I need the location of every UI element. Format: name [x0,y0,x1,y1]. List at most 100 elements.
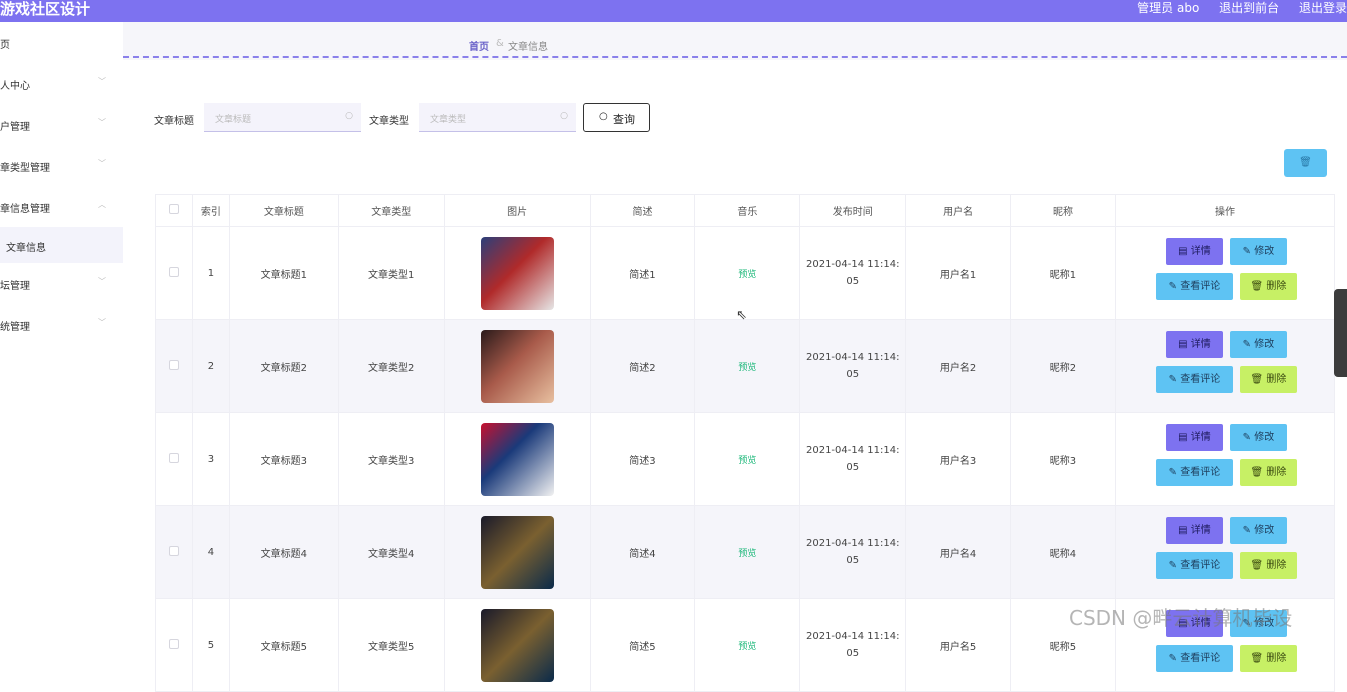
cell-index: 1 [191,226,230,320]
detail-button[interactable]: ▤ 详情 [1165,517,1223,544]
sidebar-item-label: 户管理 [0,122,30,133]
select-all-checkbox[interactable] [155,194,193,227]
cell-title: 文章标题2 [228,319,339,413]
sidebar-item-home[interactable]: 页 [0,28,123,58]
cell-summary: 简述2 [589,319,696,413]
chevron-down-icon: ﹀ [98,277,106,286]
article-image [480,329,554,403]
music-preview-link[interactable]: 预览 [738,456,756,466]
delete-button[interactable]: 🗑 删除 [1239,645,1297,672]
bulk-delete-button[interactable]: 🗑 [1284,149,1327,177]
music-preview-link[interactable]: 预览 [738,549,756,559]
chevron-down-icon: ﹀ [98,118,106,127]
title-search-input[interactable]: 文章标题 ○ [204,103,361,132]
time-line-2: 05 [846,369,860,380]
edit-button[interactable]: ✎ 修改 [1229,517,1287,544]
time-line-2: 05 [846,555,860,566]
cell-index: 5 [191,598,230,692]
breadcrumb-home[interactable]: 首页 [469,38,489,53]
view-comments-button[interactable]: ✎ 查看评论 [1155,273,1233,300]
delete-button[interactable]: 🗑 删除 [1239,552,1297,579]
sidebar-item-articles[interactable]: 章信息管理 ︿ [0,192,123,222]
type-search-label: 文章类型 [369,116,409,127]
edit-button-label: 修改 [1254,339,1275,350]
type-search-placeholder: 文章类型 [430,115,467,125]
table-row: 4 文章标题4 文章类型4 简述4 预览 2021-04-14 11:14: 05 用户名4 昵… [155,505,1336,599]
col-header: 索引 [191,194,230,227]
trash-icon: 🗑 [1250,653,1267,664]
col-header: 操作 [1114,194,1336,227]
row-checkbox[interactable] [155,598,193,692]
scrollbar-handle[interactable] [1334,289,1347,377]
query-button[interactable]: ○ 查询 [583,103,650,132]
cell-title: 文章标题5 [228,598,339,692]
sidebar-item-profile[interactable]: 人中心 ﹀ [0,69,123,99]
main-content: 首页 & 文章信息 文章标题 文章标题 ○ 文章类型 文章类型 ○ ○ 查询 🗑 [123,22,1347,692]
view-comments-button[interactable]: ✎ 查看评论 [1155,645,1233,672]
music-preview-link[interactable]: 预览 [738,270,756,280]
cell-music: 预览 [694,598,801,692]
delete-button[interactable]: 🗑 删除 [1239,366,1297,393]
type-search-input[interactable]: 文章类型 ○ [419,103,576,132]
breadcrumb: 首页 & 文章信息 [123,22,1347,58]
logout-link[interactable]: 退出登录 [1299,1,1347,15]
delete-button[interactable]: 🗑 删除 [1239,273,1297,300]
cell-index: 4 [191,505,230,599]
trash-icon: 🗑 [1250,467,1267,478]
document-icon: ▤ [1178,339,1191,350]
sidebar-item-label: 页 [0,40,10,51]
row-checkbox[interactable] [155,319,193,413]
sidebar-item-forum[interactable]: 坛管理 ﹀ [0,269,123,299]
cell-actions: ▤ 详情 ✎ 修改 ✎ 查看评论 🗑 删除 [1114,319,1336,413]
row-checkbox[interactable] [155,412,193,506]
sidebar-item-article-types[interactable]: 章类型管理 ﹀ [0,151,123,181]
sidebar-item-label: 章信息管理 [0,204,50,215]
table-header-row: 索引 文章标题 文章类型 图片 简述 音乐 发布时间 用户名 昵称 操作 [155,194,1336,227]
cell-time: 2021-04-14 11:14: 05 [799,319,907,413]
music-preview-link[interactable]: 预览 [738,363,756,373]
cell-title: 文章标题4 [228,505,339,599]
cell-time: 2021-04-14 11:14: 05 [799,598,907,692]
detail-button[interactable]: ▤ 详情 [1165,238,1223,265]
back-to-front-link[interactable]: 退出到前台 [1219,1,1279,15]
edit-button[interactable]: ✎ 修改 [1229,424,1287,451]
view-comments-button[interactable]: ✎ 查看评论 [1155,552,1233,579]
detail-button[interactable]: ▤ 详情 [1165,331,1223,358]
cell-image [443,412,591,506]
cell-username: 用户名4 [905,505,1012,599]
view-comments-button[interactable]: ✎ 查看评论 [1155,459,1233,486]
delete-button[interactable]: 🗑 删除 [1239,459,1297,486]
article-image [480,236,554,310]
sidebar-item-users[interactable]: 户管理 ﹀ [0,110,123,140]
detail-button-label: 详情 [1190,525,1211,536]
search-icon: ○ [599,111,608,122]
time-line-2: 05 [846,462,860,473]
detail-button[interactable]: ▤ 详情 [1165,424,1223,451]
row-checkbox[interactable] [155,226,193,320]
edit-button-label: 修改 [1254,246,1275,257]
chevron-down-icon: ﹀ [98,159,106,168]
edit-button[interactable]: ✎ 修改 [1229,238,1287,265]
cell-title: 文章标题1 [228,226,339,320]
admin-label: 管理员 abo [1137,1,1200,15]
watermark: CSDN @畔云计算机毕设 [1069,606,1293,630]
delete-button-label: 删除 [1266,653,1287,664]
view-comments-button[interactable]: ✎ 查看评论 [1155,366,1233,393]
trash-icon: 🗑 [1250,281,1267,292]
article-image [480,515,554,589]
sidebar-item-system[interactable]: 统管理 ﹀ [0,310,123,340]
cell-actions: ▤ 详情 ✎ 修改 ✎ 查看评论 🗑 删除 [1114,412,1336,506]
cell-summary: 简述4 [589,505,696,599]
music-preview-link[interactable]: 预览 [738,642,756,652]
sidebar-item-label: 坛管理 [0,281,30,292]
cell-time: 2021-04-14 11:14: 05 [799,505,907,599]
cell-nickname: 昵称1 [1010,226,1116,320]
cell-username: 用户名1 [905,226,1012,320]
cell-summary: 简述5 [589,598,696,692]
edit-button[interactable]: ✎ 修改 [1229,331,1287,358]
article-image [480,422,554,496]
col-header: 图片 [443,194,591,227]
cell-summary: 简述1 [589,226,696,320]
sidebar-subitem-article-info[interactable]: 文章信息 [0,227,123,263]
row-checkbox[interactable] [155,505,193,599]
